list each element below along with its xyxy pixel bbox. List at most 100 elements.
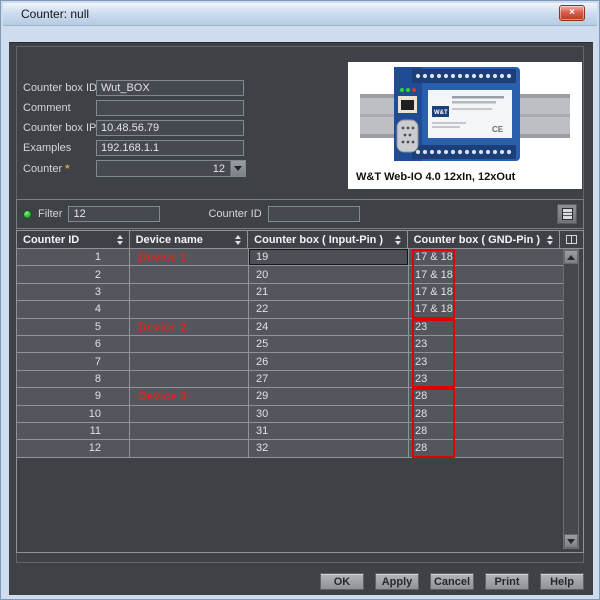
cell-counter-id[interactable]: 7: [17, 353, 130, 369]
counter-id-filter-label: Counter ID: [208, 208, 261, 220]
cell-input-pin[interactable]: 24: [249, 319, 409, 335]
arrow-up-icon: [567, 255, 575, 260]
column-header-counter-id[interactable]: Counter ID: [17, 231, 130, 248]
cell-device-name[interactable]: [130, 406, 249, 422]
sort-icon[interactable]: [547, 235, 553, 245]
help-button[interactable]: Help: [540, 573, 584, 590]
table-row: 9 Device 3 29 28: [17, 388, 563, 405]
cell-input-pin[interactable]: 29: [249, 388, 409, 404]
cell-input-pin[interactable]: 20: [249, 266, 409, 282]
counter-box-id-field[interactable]: [96, 80, 244, 96]
cell-device-name[interactable]: Device 3: [130, 388, 249, 404]
counter-select[interactable]: 12: [96, 160, 246, 177]
cell-device-name[interactable]: Device 1: [130, 249, 249, 265]
cell-input-pin[interactable]: 32: [249, 440, 409, 456]
table-row: 8 27 23: [17, 371, 563, 388]
column-header-gnd-pin[interactable]: Counter box ( GND-Pin ): [408, 231, 560, 248]
close-icon: ×: [569, 8, 575, 18]
cell-input-pin[interactable]: 19: [249, 249, 409, 265]
cell-counter-id[interactable]: 12: [17, 440, 130, 456]
cell-counter-id[interactable]: 6: [17, 336, 130, 352]
cell-gnd-pin[interactable]: 28: [409, 406, 563, 422]
column-header-input-pin[interactable]: Counter box ( Input-Pin ): [248, 231, 407, 248]
column-header-device-name[interactable]: Device name: [130, 231, 249, 248]
cell-device-name[interactable]: [130, 440, 249, 456]
cell-input-pin[interactable]: 21: [249, 284, 409, 300]
cell-device-name[interactable]: [130, 336, 249, 352]
table-header: Counter ID Device name Counter box ( Inp…: [17, 231, 583, 249]
cell-input-pin[interactable]: 31: [249, 423, 409, 439]
cell-counter-id[interactable]: 11: [17, 423, 130, 439]
filter-label: Filter: [38, 208, 62, 220]
cell-gnd-pin[interactable]: 23: [409, 319, 563, 335]
cell-gnd-pin[interactable]: 28: [409, 423, 563, 439]
form-row-counter-box-ip: Counter box IP *: [23, 119, 244, 136]
column-chooser-icon: [566, 235, 577, 244]
cell-device-name[interactable]: [130, 353, 249, 369]
sort-icon[interactable]: [117, 235, 123, 245]
scroll-down-button[interactable]: [564, 534, 578, 548]
form-row-comment: Comment: [23, 99, 244, 116]
cell-device-name[interactable]: [130, 284, 249, 300]
cell-counter-id[interactable]: 8: [17, 371, 130, 387]
counter-box-ip-field[interactable]: [96, 120, 244, 136]
cell-counter-id[interactable]: 1: [17, 249, 130, 265]
svg-text:CE: CE: [492, 125, 504, 134]
examples-field[interactable]: [96, 140, 244, 156]
cell-device-name[interactable]: [130, 266, 249, 282]
cell-gnd-pin[interactable]: 28: [409, 440, 563, 456]
counter-table: Counter ID Device name Counter box ( Inp…: [16, 230, 584, 553]
cell-counter-id[interactable]: 5: [17, 319, 130, 335]
cell-input-pin[interactable]: 30: [249, 406, 409, 422]
sort-icon[interactable]: [395, 235, 401, 245]
table-row: 10 30 28: [17, 406, 563, 423]
table-options-icon: [562, 208, 573, 220]
vertical-scrollbar[interactable]: [563, 249, 579, 549]
close-button[interactable]: ×: [559, 5, 585, 21]
counter-select-arrow-button[interactable]: [230, 161, 245, 176]
table-row: 11 31 28: [17, 423, 563, 440]
table-options-button[interactable]: [557, 204, 577, 224]
cell-gnd-pin[interactable]: 23: [409, 371, 563, 387]
table-row: 2 20 17 & 18: [17, 266, 563, 283]
counter-id-filter-input[interactable]: [268, 206, 360, 222]
table-row: 12 32 28: [17, 440, 563, 457]
counter-select-value: 12: [97, 163, 245, 175]
dialog-window: Counter: null × Counter box ID * Comment…: [0, 0, 600, 600]
table-row: 6 25 23: [17, 336, 563, 353]
cell-device-name[interactable]: [130, 301, 249, 317]
cell-gnd-pin[interactable]: 23: [409, 353, 563, 369]
cell-input-pin[interactable]: 25: [249, 336, 409, 352]
cell-counter-id[interactable]: 9: [17, 388, 130, 404]
cell-gnd-pin[interactable]: 28: [409, 388, 563, 404]
form-row-examples: Examples: [23, 139, 244, 156]
sort-icon[interactable]: [235, 235, 241, 245]
apply-button[interactable]: Apply: [375, 573, 419, 590]
cancel-button[interactable]: Cancel: [430, 573, 474, 590]
cell-input-pin[interactable]: 27: [249, 371, 409, 387]
cell-gnd-pin[interactable]: 17 & 18: [409, 249, 563, 265]
cell-device-name[interactable]: [130, 423, 249, 439]
cell-input-pin[interactable]: 22: [249, 301, 409, 317]
cell-gnd-pin[interactable]: 17 & 18: [409, 266, 563, 282]
scroll-up-button[interactable]: [564, 250, 578, 264]
cell-counter-id[interactable]: 2: [17, 266, 130, 282]
cell-input-pin[interactable]: 26: [249, 353, 409, 369]
counter-box-ip-label: Counter box IP *: [23, 122, 96, 134]
print-button[interactable]: Print: [485, 573, 529, 590]
comment-label: Comment: [23, 102, 96, 114]
cell-device-name[interactable]: [130, 371, 249, 387]
filter-input[interactable]: [68, 206, 160, 222]
cell-gnd-pin[interactable]: 17 & 18: [409, 284, 563, 300]
ok-button[interactable]: OK: [320, 573, 364, 590]
cell-device-name[interactable]: Device 2: [130, 319, 249, 335]
cell-gnd-pin[interactable]: 23: [409, 336, 563, 352]
column-chooser-button[interactable]: [560, 231, 583, 248]
chevron-down-icon: [234, 166, 242, 171]
cell-counter-id[interactable]: 4: [17, 301, 130, 317]
cell-counter-id[interactable]: 3: [17, 284, 130, 300]
cell-counter-id[interactable]: 10: [17, 406, 130, 422]
comment-field[interactable]: [96, 100, 244, 116]
filter-active-led-icon: [23, 210, 32, 219]
cell-gnd-pin[interactable]: 17 & 18: [409, 301, 563, 317]
